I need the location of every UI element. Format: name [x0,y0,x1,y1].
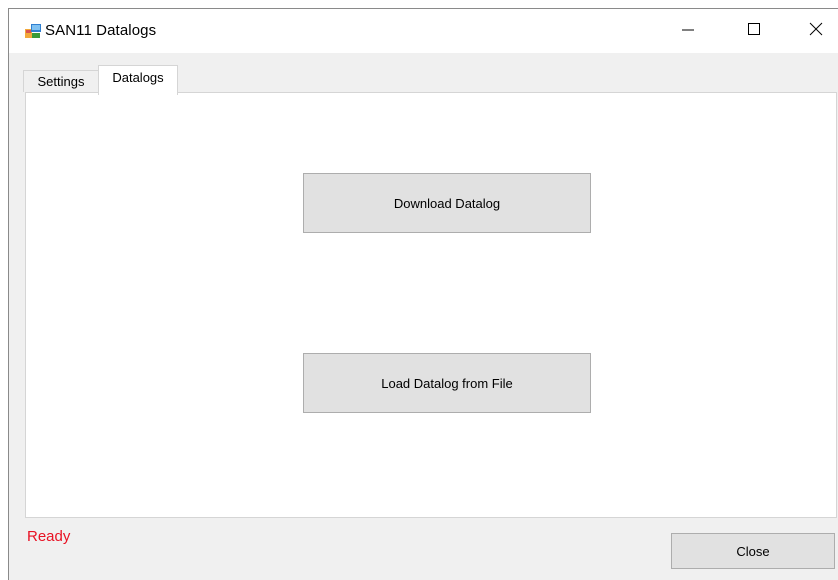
close-window-button[interactable] [793,9,838,53]
maximize-button[interactable] [731,9,777,53]
download-datalog-button[interactable]: Download Datalog [303,173,591,233]
close-icon [809,22,823,41]
maximize-icon [747,22,761,41]
minimize-icon [681,22,695,41]
title-bar[interactable]: SAN11 Datalogs [9,9,838,53]
app-icon [25,23,41,39]
tab-datalogs[interactable]: Datalogs [98,65,178,95]
window-title: SAN11 Datalogs [45,22,157,39]
status-label: Ready [27,528,71,545]
app-window: SAN11 Datalogs Settings Datalogs Downloa… [8,8,838,580]
tab-settings[interactable]: Settings [23,70,99,92]
load-datalog-from-file-button[interactable]: Load Datalog from File [303,353,591,413]
tab-strip: Settings Datalogs [9,53,838,95]
close-button[interactable]: Close [671,533,835,569]
datalogs-tab-panel: Download Datalog Load Datalog from File [25,92,837,518]
minimize-button[interactable] [665,9,711,53]
